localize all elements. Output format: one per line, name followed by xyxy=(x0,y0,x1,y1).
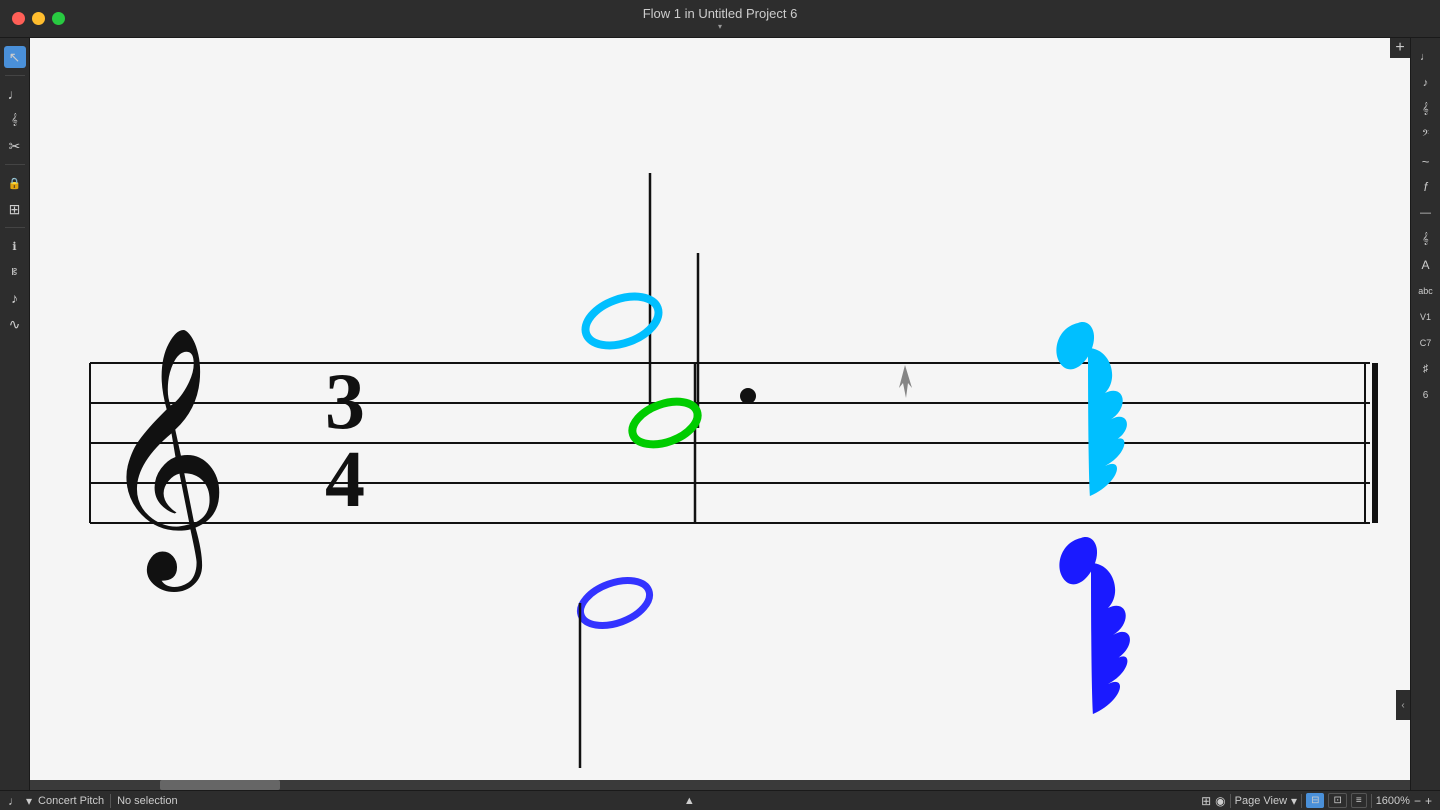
add-button[interactable]: + xyxy=(1390,38,1410,58)
titlebar: Flow 1 in Untitled Project 6 ▾ xyxy=(0,0,1440,38)
scroll-view-button[interactable]: ≡ xyxy=(1351,793,1367,808)
concert-pitch-chevron[interactable]: ▾ xyxy=(26,794,32,808)
info-tool-button[interactable]: ℹ xyxy=(4,235,26,257)
text-right-icon[interactable]: A xyxy=(1415,254,1437,276)
galley-view-button[interactable]: ⊡ xyxy=(1328,793,1346,808)
svg-text:3: 3 xyxy=(325,358,365,446)
toolbar-divider-3 xyxy=(5,227,25,228)
note-input-button[interactable]: ♩ xyxy=(4,83,26,105)
select-tool-button[interactable]: ↖ xyxy=(4,46,26,68)
statusbar: ♩ ▾ Concert Pitch No selection ▲ ⊞ ◉ Pag… xyxy=(0,790,1440,810)
grid-status-icon[interactable]: ⊞ xyxy=(1201,794,1211,808)
wave-tool-button[interactable]: ∿ xyxy=(4,313,26,335)
toolbar-divider-1 xyxy=(5,75,25,76)
lock-tool-button[interactable]: 🔒 xyxy=(4,172,26,194)
notehead-icon[interactable]: ♪ xyxy=(1415,72,1437,94)
status-divider-3 xyxy=(1301,794,1302,808)
cut-tool-button[interactable]: ✂ xyxy=(4,135,26,157)
v1-right-icon[interactable]: V1 xyxy=(1415,306,1437,328)
zoom-level: 1600% xyxy=(1376,795,1410,807)
left-toolbar: ↖ ♩ 𝄞 ✂ 🔒 ⊞ ℹ 𝄡 ♪ ∿ xyxy=(0,38,30,790)
zoom-out-icon[interactable]: − xyxy=(1414,794,1421,808)
grid-tool-button[interactable]: ⊞ xyxy=(4,198,26,220)
status-divider-1 xyxy=(110,794,111,808)
score-area: 𝄞 3 4 xyxy=(30,38,1410,790)
minimize-button[interactable] xyxy=(32,12,45,25)
view-mode-label[interactable]: Page View xyxy=(1235,795,1287,807)
abc-right-icon[interactable]: abc xyxy=(1415,280,1437,302)
statusbar-left: ♩ ▾ Concert Pitch No selection xyxy=(8,794,178,808)
scrollbar-thumb[interactable] xyxy=(160,780,280,790)
zoom-in-icon[interactable]: + xyxy=(1425,794,1432,808)
status-divider-4 xyxy=(1371,794,1372,808)
svg-text:4: 4 xyxy=(325,436,365,524)
statusbar-center-icon[interactable]: ▲ xyxy=(684,795,695,807)
dynamics-right-icon[interactable]: f xyxy=(1415,176,1437,198)
horizontal-scrollbar[interactable] xyxy=(30,780,1410,790)
chord-tool-button[interactable]: 𝄞 xyxy=(4,109,26,131)
title-chevron-icon[interactable]: ▾ xyxy=(718,22,722,31)
speaker-status-icon[interactable]: ◉ xyxy=(1215,794,1225,808)
concert-pitch-label[interactable]: Concert Pitch xyxy=(38,795,104,807)
statusbar-right: ⊞ ◉ Page View ▾ ⊟ ⊡ ≡ 1600% − + xyxy=(1201,793,1432,808)
svg-text:𝄞: 𝄞 xyxy=(100,330,230,592)
voice-icon[interactable]: 𝄞 xyxy=(1415,98,1437,120)
sharp-right-icon[interactable]: ♯ xyxy=(1415,358,1437,380)
status-divider-2 xyxy=(1230,794,1231,808)
c7-right-icon[interactable]: C7 xyxy=(1415,332,1437,354)
right-panel-collapse[interactable]: ‹ xyxy=(1396,690,1410,720)
page-view-button[interactable]: ⊟ xyxy=(1306,793,1324,808)
score-svg: 𝄞 3 4 xyxy=(30,38,1410,790)
midi-icon[interactable]: ♩ xyxy=(8,794,20,808)
lines-right-icon[interactable]: — xyxy=(1415,202,1437,224)
lyric-tool-button[interactable]: 𝄡 xyxy=(4,261,26,283)
rhythm-icon[interactable]: 𝄢 xyxy=(1415,124,1437,146)
selection-status: No selection xyxy=(117,795,178,807)
articulation-right-icon[interactable]: ~ xyxy=(1415,150,1437,172)
right-toolbar: ♩ ♪ 𝄞 𝄢 ~ f — 𝄞 A abc V1 C7 ♯ 6 xyxy=(1410,38,1440,790)
properties-icon[interactable]: ♩ xyxy=(1415,46,1437,68)
close-button[interactable] xyxy=(12,12,25,25)
notes-tool-button[interactable]: ♪ xyxy=(4,287,26,309)
window-title: Flow 1 in Untitled Project 6 ▾ xyxy=(643,6,798,31)
traffic-lights[interactable] xyxy=(12,12,65,25)
view-chevron-icon[interactable]: ▾ xyxy=(1291,794,1297,808)
score-canvas[interactable]: 𝄞 3 4 xyxy=(30,38,1410,790)
clef-right-icon[interactable]: 𝄞 xyxy=(1415,228,1437,250)
maximize-button[interactable] xyxy=(52,12,65,25)
six-right-icon[interactable]: 6 xyxy=(1415,384,1437,406)
toolbar-divider-2 xyxy=(5,164,25,165)
